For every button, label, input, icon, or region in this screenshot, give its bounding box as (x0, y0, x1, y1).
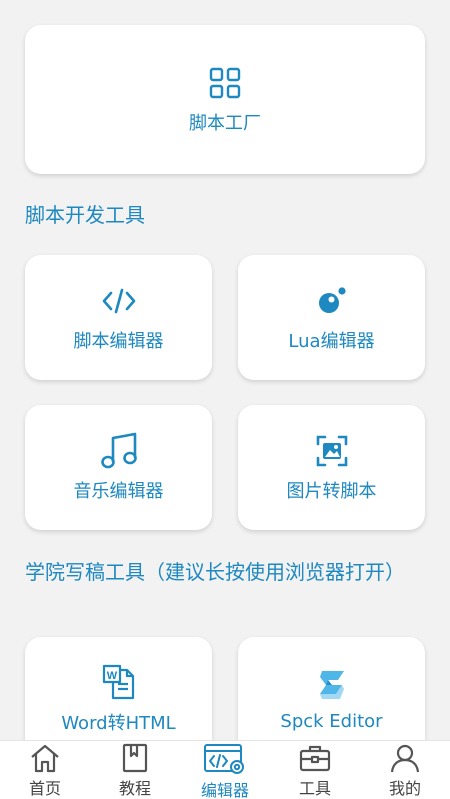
svg-text:W: W (106, 670, 117, 682)
word-to-html-card[interactable]: W Word转HTML (25, 637, 212, 740)
script-factory-label: 脚本工厂 (189, 112, 261, 134)
image-to-script-label: 图片转脚本 (286, 480, 377, 502)
spck-editor-card[interactable]: Spck Editor (238, 637, 425, 740)
section-title-dev-tools: 脚本开发工具 (25, 203, 145, 227)
user-icon (390, 743, 420, 773)
spck-logo-icon (314, 667, 350, 703)
tab-editor[interactable]: 编辑器 (180, 741, 270, 799)
spck-editor-label: Spck Editor (280, 711, 383, 732)
music-editor-label: 音乐编辑器 (73, 480, 164, 502)
main-content: 脚本工厂 脚本开发工具 脚本编辑器 Lua编辑器 音乐编辑器 图片转脚本 学院写… (0, 0, 450, 740)
bottom-tab-bar: 首页 教程 编辑器 工具 我的 (0, 740, 450, 799)
tab-home-label: 首页 (28, 779, 61, 798)
script-editor-card[interactable]: 脚本编辑器 (25, 255, 212, 380)
script-editor-label: 脚本编辑器 (73, 330, 164, 352)
tab-tools[interactable]: 工具 (270, 741, 360, 799)
lua-editor-label: Lua编辑器 (288, 330, 375, 352)
music-note-icon (99, 432, 139, 469)
grid-icon (209, 65, 241, 101)
editor-settings-icon (203, 743, 247, 775)
music-editor-card[interactable]: 音乐编辑器 (25, 405, 212, 530)
code-brackets-icon (102, 283, 136, 319)
tab-home[interactable]: 首页 (0, 741, 90, 799)
tab-profile[interactable]: 我的 (360, 741, 450, 799)
tab-tutorial-label: 教程 (118, 779, 151, 798)
section-title-writing-tools: 学院写稿工具（建议长按使用浏览器打开） (25, 560, 405, 584)
tab-tools-label: 工具 (298, 779, 331, 798)
tab-profile-label: 我的 (388, 779, 421, 798)
word-doc-icon: W (101, 664, 137, 701)
image-scan-icon (315, 433, 349, 469)
toolbox-icon (299, 743, 331, 773)
book-icon (121, 743, 149, 773)
lua-editor-card[interactable]: Lua编辑器 (238, 255, 425, 380)
lua-icon (316, 283, 348, 319)
home-icon (29, 743, 61, 773)
image-to-script-card[interactable]: 图片转脚本 (238, 405, 425, 530)
script-factory-card[interactable]: 脚本工厂 (25, 25, 425, 174)
word-to-html-label: Word转HTML (61, 712, 176, 734)
tab-editor-label: 编辑器 (200, 781, 249, 799)
tab-tutorial[interactable]: 教程 (90, 741, 180, 799)
